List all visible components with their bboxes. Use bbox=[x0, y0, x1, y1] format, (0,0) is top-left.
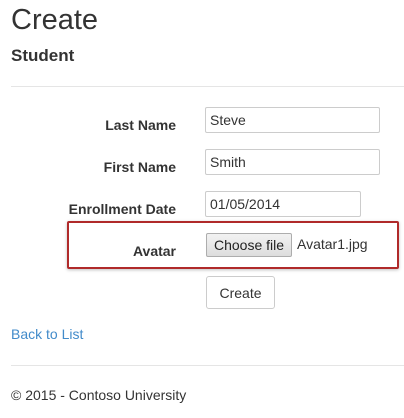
footer-divider bbox=[11, 365, 404, 366]
header-divider bbox=[11, 86, 404, 87]
create-button[interactable]: Create bbox=[206, 276, 275, 309]
footer-copyright: © 2015 - Contoso University bbox=[11, 387, 187, 403]
choose-file-button[interactable]: Choose file bbox=[206, 233, 293, 257]
page-title: Create bbox=[11, 4, 99, 36]
enrollment-date-input[interactable] bbox=[205, 191, 361, 217]
enrollment-date-label: Enrollment Date bbox=[68, 201, 176, 217]
first-name-input[interactable] bbox=[205, 149, 380, 175]
last-name-label: Last Name bbox=[105, 117, 176, 133]
avatar-label: Avatar bbox=[132, 243, 176, 259]
first-name-label: First Name bbox=[103, 159, 176, 175]
back-to-list-link[interactable]: Back to List bbox=[11, 325, 83, 343]
page-subtitle: Student bbox=[11, 46, 75, 65]
last-name-input[interactable] bbox=[205, 107, 380, 133]
selected-file-name: Avatar1.jpg bbox=[297, 236, 368, 252]
